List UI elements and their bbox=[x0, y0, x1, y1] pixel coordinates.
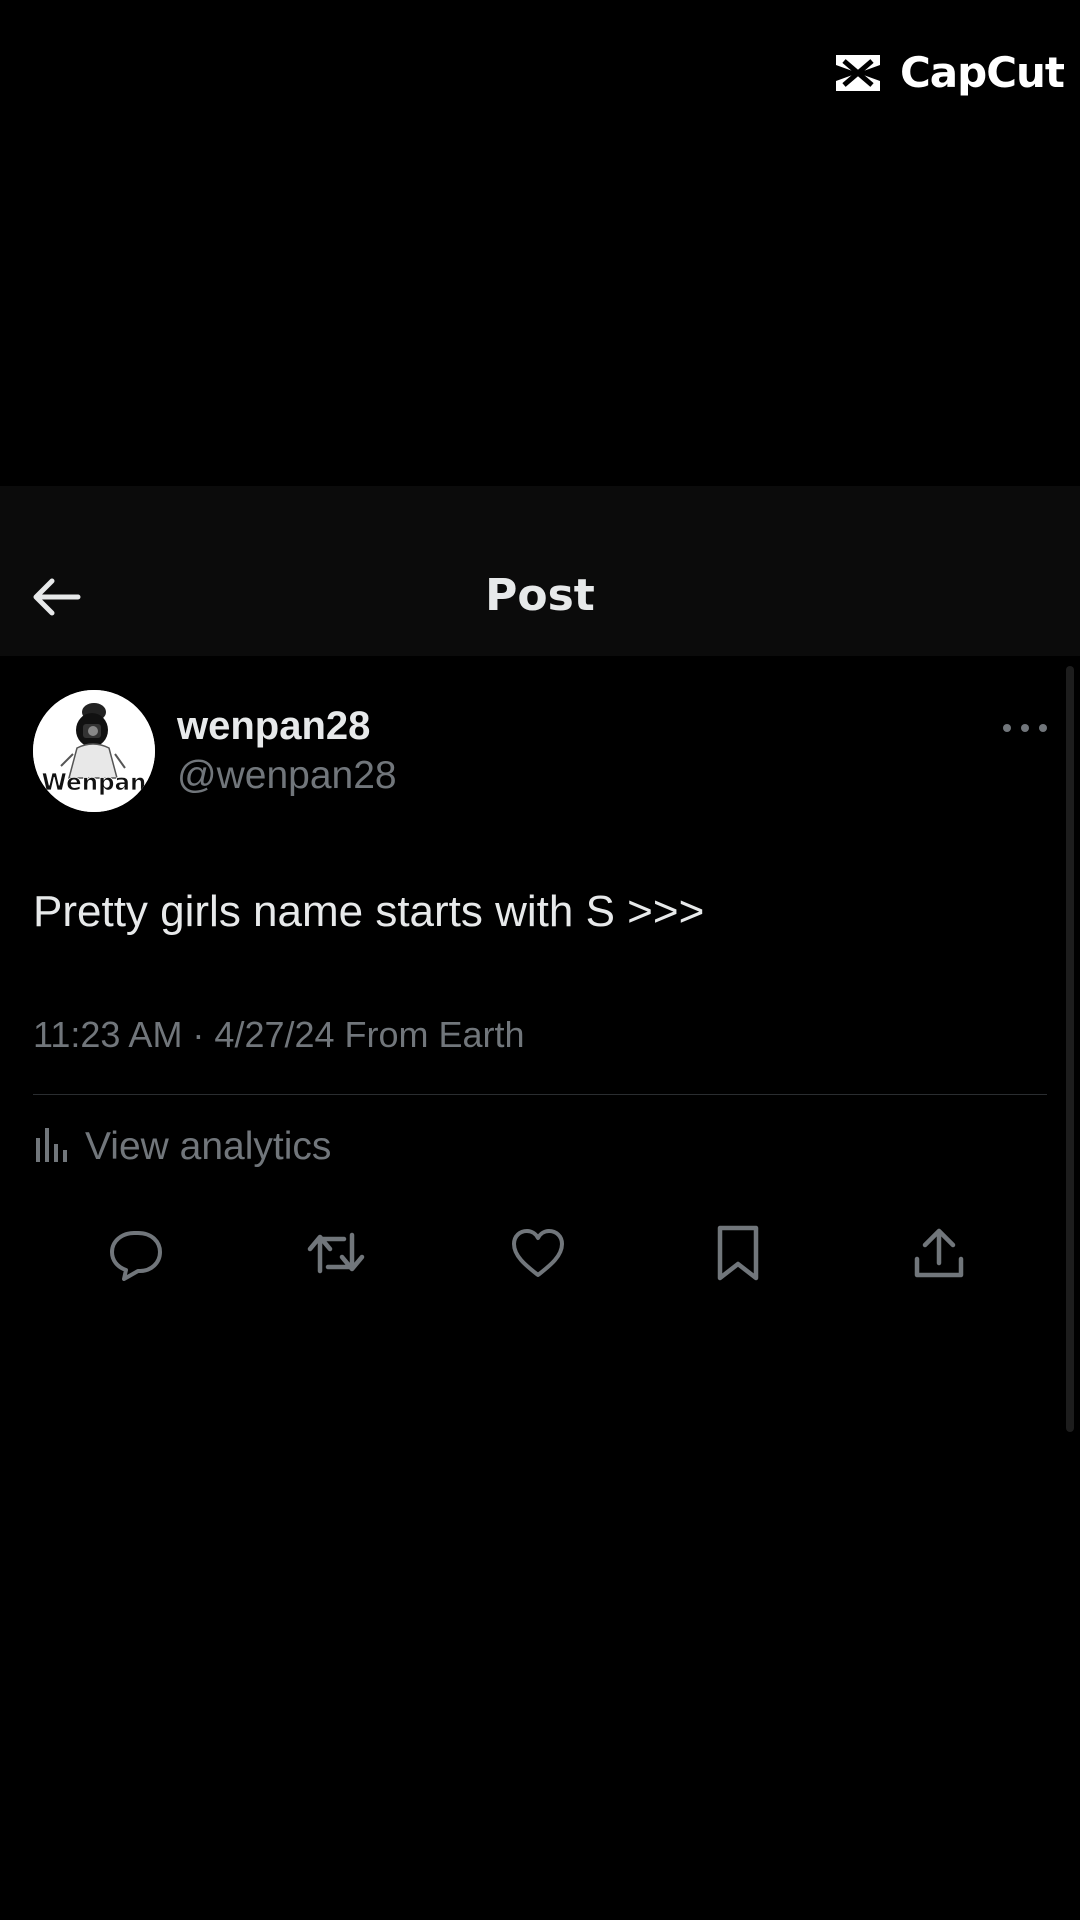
post-timestamp[interactable]: 11:23 AM · 4/27/24 From Earth bbox=[33, 1014, 525, 1056]
capcut-logo-icon bbox=[830, 51, 886, 95]
capcut-watermark: CapCut bbox=[830, 48, 1065, 97]
avatar[interactable]: Wenpan bbox=[33, 690, 155, 812]
view-analytics-label: View analytics bbox=[85, 1124, 332, 1168]
avatar-text: Wenpan bbox=[42, 770, 147, 796]
divider bbox=[33, 1094, 1047, 1095]
bar-chart-icon bbox=[33, 1124, 69, 1169]
view-analytics-button[interactable]: View analytics bbox=[33, 1124, 331, 1169]
page-title: Post bbox=[485, 570, 595, 621]
reply-button[interactable] bbox=[101, 1220, 171, 1290]
user-handle[interactable]: @wenpan28 bbox=[177, 754, 397, 798]
top-app-bar: Post bbox=[0, 486, 1080, 656]
repost-button[interactable] bbox=[301, 1220, 371, 1290]
heart-icon bbox=[510, 1227, 566, 1284]
bookmark-button[interactable] bbox=[703, 1220, 773, 1290]
more-horizontal-icon-dot bbox=[1021, 724, 1029, 732]
reply-icon bbox=[108, 1225, 164, 1286]
more-horizontal-icon-dot bbox=[1003, 724, 1011, 732]
more-options-button[interactable] bbox=[1003, 716, 1047, 740]
repost-icon bbox=[306, 1225, 366, 1286]
share-button[interactable] bbox=[904, 1220, 974, 1290]
like-button[interactable] bbox=[503, 1220, 573, 1290]
capcut-wordmark: CapCut bbox=[899, 48, 1065, 97]
share-icon bbox=[913, 1225, 965, 1286]
display-name[interactable]: wenpan28 bbox=[177, 704, 397, 748]
author-info[interactable]: wenpan28 @wenpan28 bbox=[177, 704, 397, 798]
bookmark-icon bbox=[715, 1224, 761, 1287]
scrollbar[interactable] bbox=[1066, 666, 1074, 1432]
more-horizontal-icon-dot bbox=[1039, 724, 1047, 732]
post-text: Pretty girls name starts with S >>> bbox=[33, 887, 705, 936]
action-bar bbox=[33, 1220, 1047, 1290]
